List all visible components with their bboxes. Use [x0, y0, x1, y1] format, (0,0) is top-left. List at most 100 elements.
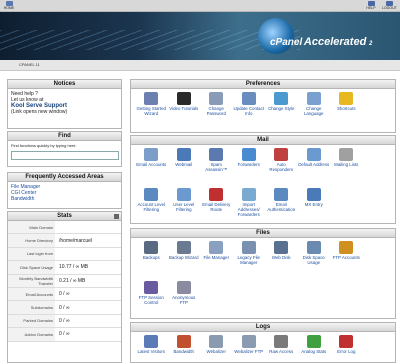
mail-item-label: Auto Responders — [269, 162, 294, 172]
breadcrumb: CPANEL 11 — [0, 60, 400, 71]
frequent-link-bandwidth[interactable]: Bandwidth — [11, 196, 118, 202]
cpanel-logo: cPanel Accelerated 2 — [270, 36, 373, 48]
mail-item-label: Email Accounts — [136, 162, 167, 167]
files-item[interactable]: Backup Wizard — [168, 240, 201, 280]
find-hint: Find functions quickly by typing here. — [11, 143, 77, 148]
breadcrumb-home-link[interactable]: CPANEL 11 — [19, 62, 40, 67]
email-icon — [144, 148, 159, 161]
import-icon — [241, 188, 256, 201]
files-item-label: Backup Wizard — [168, 255, 199, 260]
mail-item-label: User Level Filtering — [173, 202, 195, 212]
mail-item[interactable]: Spam Assassin™ — [200, 147, 233, 187]
mail-item[interactable]: MX Entry — [298, 187, 331, 227]
mail-item[interactable]: Default Address — [298, 147, 331, 187]
files-title: Files — [131, 229, 395, 238]
files-item[interactable]: File Manager — [200, 240, 233, 280]
preferences-item-label: Video Tutorials — [169, 106, 199, 111]
wizard-icon — [144, 92, 159, 105]
frequent-title: Frequently Accessed Areas — [8, 173, 121, 182]
webalizer-icon — [209, 335, 224, 348]
preferences-item[interactable]: Getting Started Wizard — [135, 91, 168, 131]
files-item[interactable]: FTP Session Control — [135, 280, 168, 320]
logs-item[interactable]: Raw Access — [265, 334, 298, 364]
preferences-item-label: Shortcuts — [336, 106, 356, 111]
files-item[interactable]: Legacy File Manager — [233, 240, 266, 280]
mail-item-label: Default Address — [298, 162, 330, 167]
mail-item[interactable]: Import Addresses/ Forwarders — [233, 187, 266, 227]
preferences-item[interactable]: Video Tutorials — [168, 91, 201, 131]
mail-item[interactable]: User Level Filtering — [168, 187, 201, 227]
mailing-list-icon — [339, 148, 354, 161]
files-item-label: Legacy File Manager — [237, 255, 260, 265]
mail-item-label: Forwarders — [237, 162, 260, 167]
mail-item[interactable]: Forwarders — [233, 147, 266, 187]
auth-icon — [274, 188, 289, 201]
preferences-item[interactable]: Change Style — [265, 91, 298, 131]
files-item[interactable]: Anonymous FTP — [168, 280, 201, 320]
stats-row: Disk Space Usage 10.77 / ∞ MB — [8, 261, 121, 275]
logs-item[interactable]: Webalizer — [200, 334, 233, 364]
visitors-icon — [144, 335, 159, 348]
files-item[interactable]: FTP Accounts — [330, 240, 363, 280]
logs-item-label: Webalizer FTP — [234, 349, 264, 354]
mail-item[interactable]: Mailing Lists — [330, 147, 363, 187]
preferences-panel: Preferences Getting Started Wizard Video … — [130, 79, 396, 133]
error-log-icon — [339, 335, 354, 348]
files-item-label: Web Disk — [271, 255, 291, 260]
stats-row: Last login from — [8, 247, 121, 262]
mail-item-label: Import Addresses/ Forwarders — [237, 202, 260, 217]
help-button[interactable]: HELP — [364, 1, 378, 10]
header-banner: cPanel Accelerated 2 — [0, 12, 400, 60]
logs-item-label: Raw Access — [269, 349, 294, 354]
files-item[interactable]: Disk Space Usage — [298, 240, 331, 280]
logs-item[interactable]: Latest Visitors — [135, 334, 168, 364]
logs-item[interactable]: Webalizer FTP — [233, 334, 266, 364]
preferences-item[interactable]: Shortcuts — [330, 91, 363, 131]
preferences-item-label: Change Style — [268, 106, 295, 111]
webmail-icon — [176, 148, 191, 161]
files-item-label: FTP Accounts — [332, 255, 360, 260]
filter-icon — [144, 188, 159, 201]
find-input[interactable] — [11, 151, 119, 160]
logs-item[interactable]: Bandwidth — [168, 334, 201, 364]
preferences-item[interactable]: Change Password — [200, 91, 233, 131]
mail-item[interactable]: Account Level Filtering — [135, 187, 168, 227]
stats-row: Monthly Bandwidth Transfer 0.21 / ∞ MB — [8, 274, 121, 288]
webalizer-ftp-icon — [241, 335, 256, 348]
style-icon — [274, 92, 289, 105]
logs-item[interactable]: Error Log — [330, 334, 363, 364]
autorespond-icon — [274, 148, 289, 161]
mail-item[interactable]: Auto Responders — [265, 147, 298, 187]
stats-row: Home Directory/home/marcuel — [8, 234, 121, 248]
files-item[interactable]: Backups — [135, 240, 168, 280]
logs-item[interactable]: Analog Stats — [298, 334, 331, 364]
files-item-label: FTP Session Control — [138, 295, 164, 305]
ftp-session-icon — [144, 281, 159, 294]
mail-item[interactable]: Email Accounts — [135, 147, 168, 187]
star-icon — [339, 92, 354, 105]
backup-wizard-icon — [176, 241, 191, 254]
password-icon — [209, 92, 224, 105]
logout-button[interactable]: LOGOUT — [382, 1, 397, 10]
mail-title: Mail — [131, 136, 395, 145]
files-item-label: File Manager — [203, 255, 230, 260]
home-button[interactable]: HOME — [2, 1, 16, 10]
webdisk-icon — [274, 241, 289, 254]
logs-item-label: Error Log — [337, 349, 356, 354]
stats-panel: Stats Main Domain Home Directory/home/ma… — [7, 211, 122, 363]
mail-item[interactable]: Email Delivery Route — [200, 187, 233, 227]
stats-row: Email Accounts 0 / ∞ — [8, 287, 121, 302]
mail-item[interactable]: Webmail — [168, 147, 201, 187]
stats-row: Main Domain — [8, 221, 121, 235]
find-panel: Find Find functions quickly by typing he… — [7, 131, 122, 167]
mail-item-label: Spam Assassin™ — [205, 162, 228, 172]
files-panel: Files Backups Backup Wizard File Manager Le… — [130, 228, 396, 319]
stats-title: Stats — [57, 213, 72, 219]
files-item[interactable]: Web Disk — [265, 240, 298, 280]
preferences-item[interactable]: Change Language — [298, 91, 331, 131]
preferences-item-label: Getting Started Wizard — [136, 106, 167, 116]
collapse-icon[interactable] — [114, 214, 119, 219]
mail-item-label: Webmail — [175, 162, 193, 167]
mail-item[interactable]: Email Authentication — [265, 187, 298, 227]
preferences-item[interactable]: Update Contact Info — [233, 91, 266, 131]
